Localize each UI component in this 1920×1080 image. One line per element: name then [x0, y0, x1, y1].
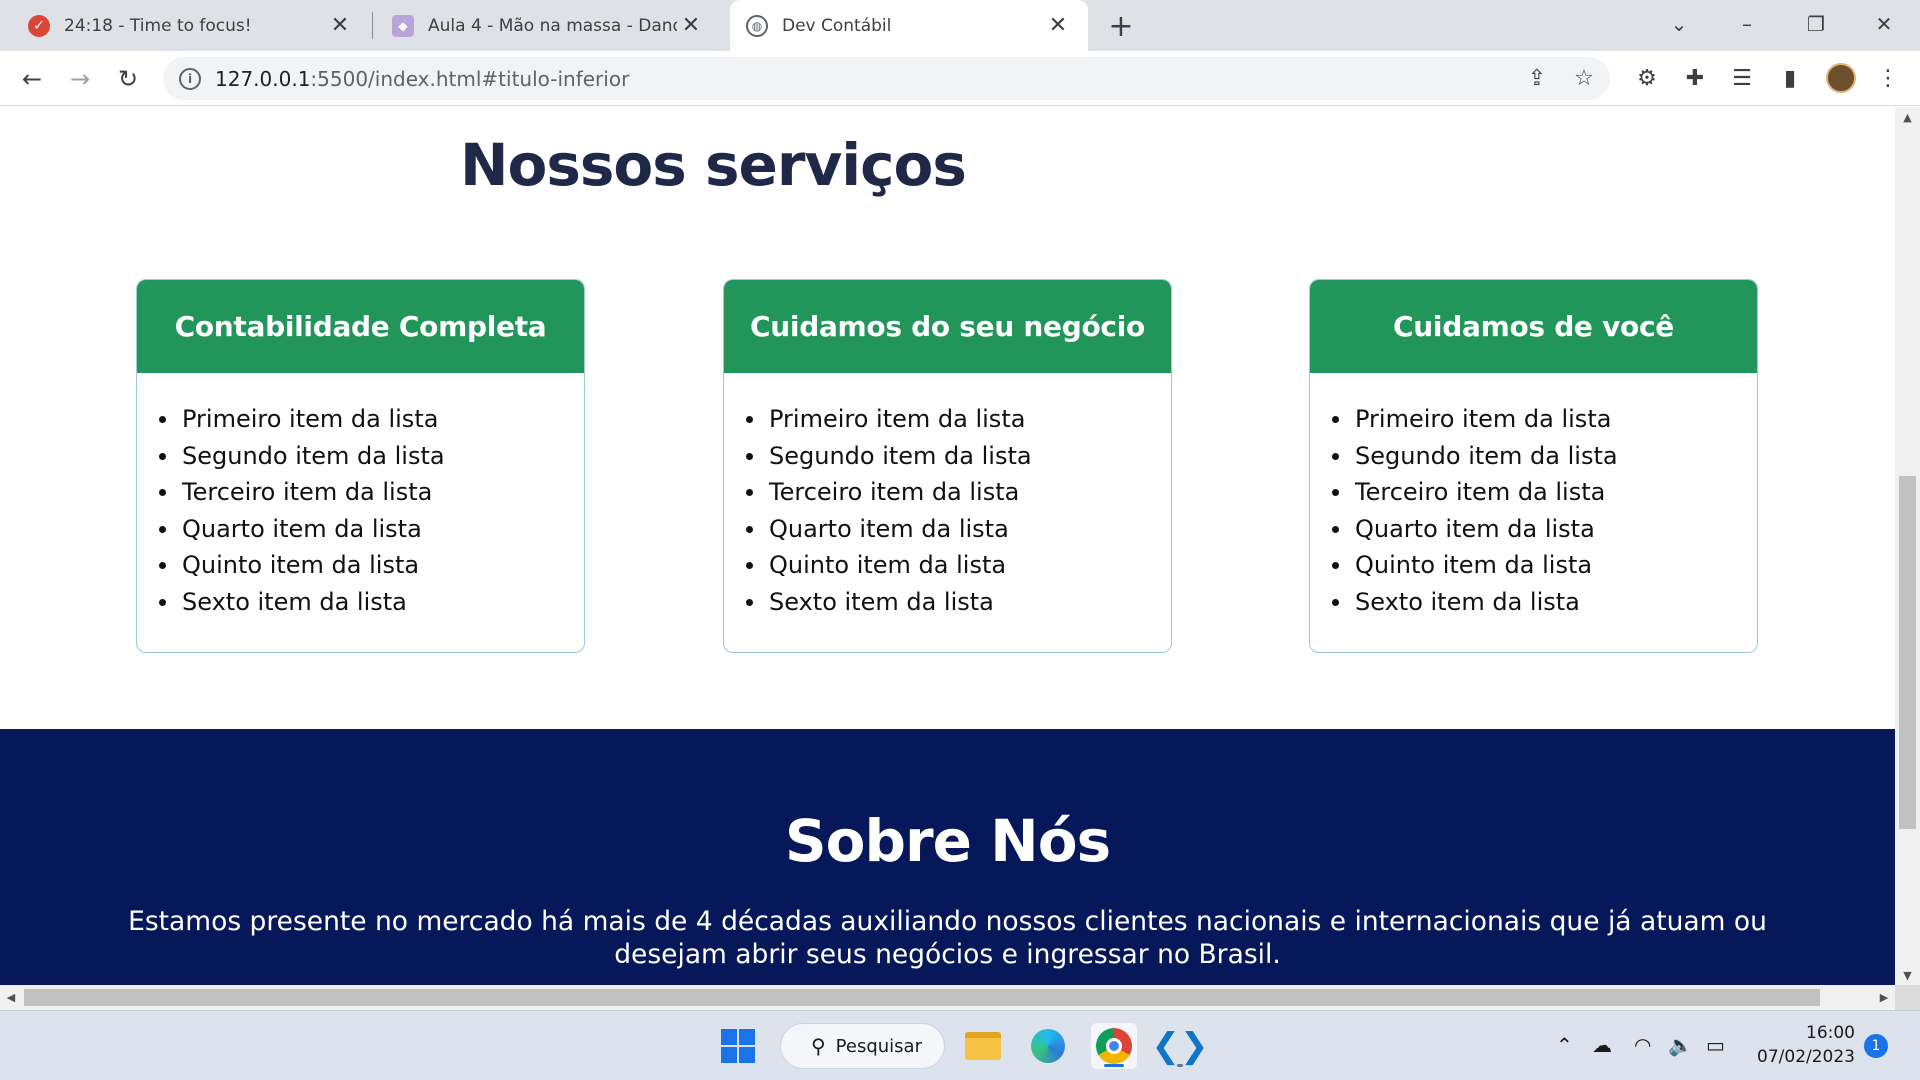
vertical-scroll-thumb[interactable]: [1899, 476, 1916, 829]
list-item: Segundo item da lista: [1332, 438, 1757, 475]
card-list: Primeiro item da lista Segundo item da l…: [1310, 373, 1757, 620]
about-title: Sobre Nós: [784, 807, 1111, 875]
battery-icon[interactable]: ▭: [1706, 1033, 1725, 1057]
list-item: Quarto item da lista: [159, 511, 584, 548]
service-card-contabilidade: Contabilidade Completa Primeiro item da …: [136, 279, 585, 653]
edge-browser-icon[interactable]: [1025, 1023, 1071, 1069]
horizontal-scrollbar[interactable]: ◀ ▶: [0, 985, 1895, 1010]
info-icon[interactable]: i: [179, 67, 201, 90]
list-item: Quinto item da lista: [746, 547, 1171, 584]
horizontal-scroll-thumb[interactable]: [24, 989, 1820, 1006]
tab-strip: ✓ 24:18 - Time to focus! ✕ ◆ Aula 4 - Mã…: [0, 0, 1920, 51]
list-item: Sexto item da lista: [159, 584, 584, 621]
close-icon[interactable]: ✕: [1044, 12, 1072, 40]
browser-toolbar: ← → ↻ i 127.0.0.1:5500/index.html#titulo…: [0, 51, 1920, 106]
list-item: Primeiro item da lista: [159, 401, 584, 438]
reload-icon[interactable]: ↻: [111, 62, 145, 96]
list-item: Primeiro item da lista: [746, 401, 1171, 438]
vertical-scrollbar[interactable]: ▲ ▼: [1895, 107, 1920, 985]
close-window-button[interactable]: ✕: [1864, 6, 1904, 42]
list-item: Quinto item da lista: [159, 547, 584, 584]
side-panel-icon[interactable]: ▮: [1774, 62, 1806, 94]
list-item: Segundo item da lista: [159, 438, 584, 475]
list-item: Terceiro item da lista: [746, 474, 1171, 511]
notification-badge[interactable]: 1: [1864, 1034, 1888, 1058]
list-item: Quinto item da lista: [1332, 547, 1757, 584]
services-title: Nossos serviços: [460, 131, 967, 199]
share-icon[interactable]: ⇪: [1521, 62, 1553, 94]
tab-dev-contabil[interactable]: ◍ Dev Contábil ✕: [730, 0, 1088, 51]
windows-start-icon[interactable]: [715, 1023, 761, 1069]
taskbar: ⚲ Pesquisar ❮❯ ⌃ ☁ ◠ 🔈 ▭ 16:00 07/02/202…: [0, 1010, 1920, 1080]
bookmark-star-icon[interactable]: ☆: [1568, 62, 1600, 94]
vscode-icon[interactable]: ❮❯: [1152, 1023, 1209, 1069]
alura-icon: ◆: [392, 14, 414, 37]
puzzle-extensions-icon[interactable]: ✚: [1679, 62, 1711, 94]
taskbar-search-button[interactable]: ⚲ Pesquisar: [780, 1023, 945, 1069]
forward-arrow-icon[interactable]: →: [63, 62, 97, 96]
card-title: Cuidamos de você: [1310, 280, 1757, 373]
clock-date: 07/02/2023: [1757, 1047, 1855, 1067]
search-icon: ⚲: [811, 1034, 826, 1058]
file-explorer-icon[interactable]: [960, 1023, 1006, 1069]
onedrive-cloud-icon[interactable]: ☁: [1592, 1033, 1612, 1057]
url-text[interactable]: 127.0.0.1:5500/index.html#titulo-inferio…: [215, 67, 629, 91]
tab-alura-lesson[interactable]: ◆ Aula 4 - Mão na massa - Dando ✕: [376, 0, 721, 51]
list-item: Terceiro item da lista: [1332, 474, 1757, 511]
kebab-menu-icon[interactable]: ⋮: [1872, 62, 1904, 94]
wifi-icon[interactable]: ◠: [1634, 1033, 1651, 1057]
list-item: Sexto item da lista: [746, 584, 1171, 621]
page-viewport: Nossos serviços Contabilidade Completa P…: [0, 107, 1895, 985]
card-title: Contabilidade Completa: [137, 280, 584, 373]
volume-icon[interactable]: 🔈: [1668, 1033, 1693, 1057]
card-list: Primeiro item da lista Segundo item da l…: [724, 373, 1171, 620]
chevron-up-icon[interactable]: ⌃: [1556, 1033, 1573, 1057]
search-label: Pesquisar: [835, 1035, 922, 1057]
media-queue-icon[interactable]: ☰: [1726, 62, 1758, 94]
system-clock[interactable]: 16:00 07/02/2023: [1750, 1021, 1855, 1069]
back-arrow-icon[interactable]: ←: [15, 62, 49, 96]
scrollbar-corner: [1895, 985, 1920, 1010]
list-item: Sexto item da lista: [1332, 584, 1757, 621]
tab-focus-timer[interactable]: ✓ 24:18 - Time to focus! ✕: [12, 0, 370, 51]
profile-avatar[interactable]: [1826, 63, 1856, 93]
about-section: Sobre Nós Estamos presente no mercado há…: [0, 729, 1895, 985]
scroll-right-arrow-icon[interactable]: ▶: [1873, 985, 1895, 1010]
chrome-browser-icon[interactable]: [1091, 1023, 1137, 1069]
list-item: Primeiro item da lista: [1332, 401, 1757, 438]
globe-icon: ◍: [746, 14, 768, 37]
service-card-negocio: Cuidamos do seu negócio Primeiro item da…: [723, 279, 1172, 653]
address-bar[interactable]: i 127.0.0.1:5500/index.html#titulo-infer…: [163, 57, 1610, 100]
card-list: Primeiro item da lista Segundo item da l…: [137, 373, 584, 620]
list-item: Segundo item da lista: [746, 438, 1171, 475]
about-text: Estamos presente no mercado há mais de 4…: [128, 906, 1767, 970]
tab-divider: [372, 12, 373, 39]
tab-title: Aula 4 - Mão na massa - Dando: [428, 15, 677, 36]
extension-gear-icon[interactable]: ⚙: [1631, 62, 1663, 94]
list-item: Terceiro item da lista: [159, 474, 584, 511]
restore-button[interactable]: ❐: [1796, 6, 1836, 42]
list-item: Quarto item da lista: [1332, 511, 1757, 548]
tab-search-chevron-icon[interactable]: ⌄: [1659, 6, 1699, 42]
clock-time: 16:00: [1806, 1023, 1855, 1043]
running-app-indicator: [1177, 1064, 1183, 1067]
service-card-voce: Cuidamos de você Primeiro item da lista …: [1309, 279, 1758, 653]
list-item: Quarto item da lista: [746, 511, 1171, 548]
tab-title: Dev Contábil: [782, 15, 892, 36]
minimize-button[interactable]: –: [1727, 6, 1767, 42]
tab-title: 24:18 - Time to focus!: [64, 15, 252, 36]
active-app-indicator: [1104, 1064, 1124, 1067]
scroll-down-arrow-icon[interactable]: ▼: [1895, 965, 1920, 985]
new-tab-button[interactable]: +: [1105, 9, 1137, 44]
check-circle-icon: ✓: [28, 14, 50, 37]
close-icon[interactable]: ✕: [326, 12, 354, 40]
scroll-left-arrow-icon[interactable]: ◀: [0, 985, 22, 1010]
close-icon[interactable]: ✕: [677, 12, 705, 40]
card-title: Cuidamos do seu negócio: [724, 280, 1171, 373]
scroll-up-arrow-icon[interactable]: ▲: [1895, 107, 1920, 127]
